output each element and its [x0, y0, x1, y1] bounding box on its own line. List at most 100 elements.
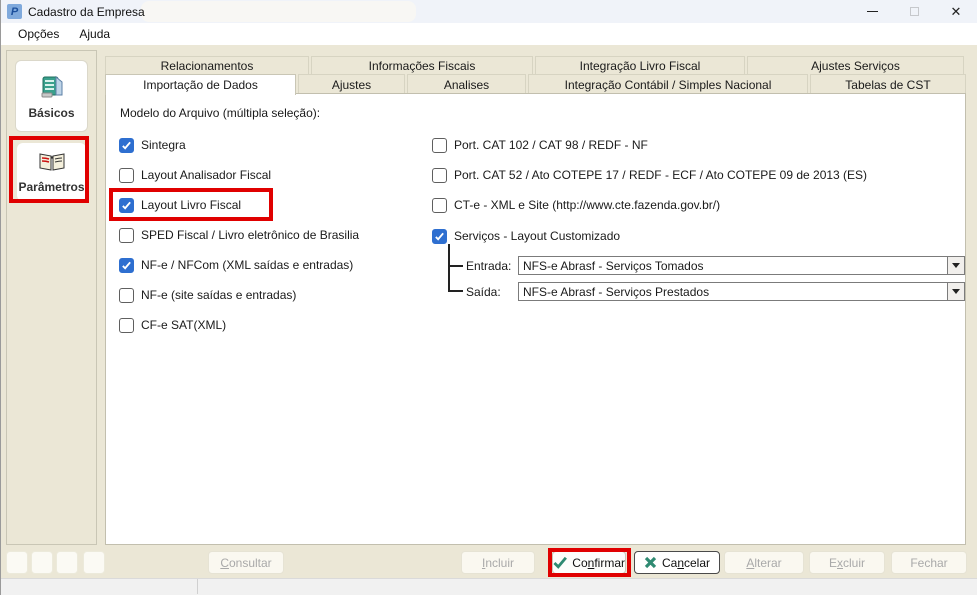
checkbox-row-cfe-sat[interactable]: CF-e SAT(XML)	[119, 317, 226, 333]
checkbox[interactable]	[432, 228, 447, 244]
saida-label: Saída:	[466, 285, 501, 299]
incluir-button[interactable]: Incluir	[461, 551, 535, 574]
checkbox-row-nfe-site[interactable]: NF-e (site saídas e entradas)	[119, 287, 296, 303]
checkbox[interactable]	[119, 317, 134, 333]
checkbox-row-cte-xml[interactable]: CT-e - XML e Site (http://www.cte.fazend…	[432, 197, 720, 213]
tab-integracao-contabil[interactable]: Integração Contábil / Simples Nacional	[528, 74, 808, 94]
entrada-combobox[interactable]: NFS-e Abrasf - Serviços Tomados	[518, 256, 965, 275]
checkbox-label: CF-e SAT(XML)	[141, 318, 227, 332]
checkbox[interactable]	[119, 257, 134, 273]
menu-opcoes[interactable]: Opções	[9, 24, 68, 44]
check-icon	[435, 232, 444, 241]
nav-button-first[interactable]	[6, 551, 28, 574]
close-button[interactable]: ✕	[935, 0, 977, 23]
tree-connector-vertical	[448, 244, 450, 292]
tab-row-upper: Relacionamentos Informações Fiscais Inte…	[105, 56, 964, 74]
nav-button-next[interactable]	[56, 551, 78, 574]
cancelar-button[interactable]: Cancelar	[634, 551, 720, 574]
checkbox-row-nfe-nfcom[interactable]: NF-e / NFCom (XML saídas e entradas)	[119, 257, 353, 273]
entrada-label: Entrada:	[466, 259, 512, 273]
checkbox[interactable]	[432, 137, 447, 153]
consultar-button[interactable]: Consultar	[208, 551, 284, 574]
x-icon	[644, 556, 657, 569]
tree-connector-saida	[448, 290, 463, 292]
alterar-button[interactable]: Alterar	[724, 551, 804, 574]
sidebar-item-label: Parâmetros	[18, 179, 85, 194]
window-controls: ✕	[851, 0, 977, 23]
checkbox-row-layout-livro-fiscal[interactable]: Layout Livro Fiscal	[119, 197, 241, 213]
app-logo-icon: P	[7, 4, 22, 19]
checkbox-row-sintegra[interactable]: Sintegra	[119, 137, 186, 153]
tab-row-lower: Importação de Dados Ajustes Analises Int…	[105, 74, 966, 95]
importacao-de-dados-panel: Modelo do Arquivo (múltipla seleção): Si…	[105, 93, 966, 545]
check-icon	[122, 201, 131, 210]
checkbox[interactable]	[432, 167, 447, 183]
menubar: Opções Ajuda	[1, 23, 977, 45]
nav-button-last[interactable]	[83, 551, 105, 574]
sidebar-item-parametros[interactable]: Parâmetros	[17, 143, 86, 201]
sidebar: Básicos Parâmetros	[6, 50, 97, 545]
statusbar	[1, 578, 977, 595]
checkbox[interactable]	[119, 167, 134, 183]
checkbox-label: CT-e - XML e Site (http://www.cte.fazend…	[454, 198, 721, 212]
sidebar-item-label: Básicos	[28, 105, 75, 120]
entrada-dropdown-button[interactable]	[947, 257, 964, 274]
section-label: Modelo do Arquivo (múltipla seleção):	[120, 106, 321, 120]
checkbox[interactable]	[432, 197, 447, 213]
sidebar-item-basicos[interactable]: Básicos	[15, 60, 88, 132]
minimize-button[interactable]	[851, 0, 893, 23]
card-file-icon	[39, 73, 65, 102]
titlebar-highlight	[141, 1, 416, 22]
checkbox[interactable]	[119, 287, 134, 303]
nav-button-prev[interactable]	[31, 551, 53, 574]
checkbox-row-layout-analisador-fiscal[interactable]: Layout Analisador Fiscal	[119, 167, 271, 183]
check-icon	[122, 141, 131, 150]
saida-combobox[interactable]: NFS-e Abrasf - Serviços Prestados	[518, 282, 965, 301]
saida-dropdown-button[interactable]	[947, 283, 964, 300]
menu-ajuda[interactable]: Ajuda	[70, 24, 119, 44]
checkbox-row-port-cat-52[interactable]: Port. CAT 52 / Ato COTEPE 17 / REDF - EC…	[432, 167, 867, 183]
window-title: Cadastro da Empresa	[28, 4, 145, 19]
checkbox-label: NF-e / NFCom (XML saídas e entradas)	[141, 258, 354, 272]
maximize-button[interactable]	[893, 0, 935, 23]
checkbox-label: Sintegra	[141, 138, 186, 152]
statusbar-divider	[197, 579, 198, 594]
checkbox-label: SPED Fiscal / Livro eletrônico de Brasil…	[141, 228, 360, 242]
checkbox-label: NF-e (site saídas e entradas)	[141, 288, 297, 302]
tab-informacoes-fiscais[interactable]: Informações Fiscais	[311, 56, 533, 74]
checkbox-row-sped-fiscal[interactable]: SPED Fiscal / Livro eletrônico de Brasil…	[119, 227, 359, 243]
check-icon	[553, 556, 567, 569]
chevron-down-icon	[952, 289, 960, 294]
excluir-button[interactable]: Excluir	[809, 551, 885, 574]
entrada-value: NFS-e Abrasf - Serviços Tomados	[523, 259, 704, 273]
tab-ajustes-servicos[interactable]: Ajustes Serviços	[747, 56, 964, 74]
tab-analises[interactable]: Analises	[407, 74, 526, 94]
open-book-icon	[38, 151, 66, 176]
saida-value: NFS-e Abrasf - Serviços Prestados	[523, 285, 710, 299]
cadastro-da-empresa-window: P Cadastro da Empresa ✕ Opções Ajuda Bás…	[0, 0, 977, 595]
checkbox-label: Port. CAT 102 / CAT 98 / REDF - NF	[454, 138, 648, 152]
tab-integracao-livro-fiscal[interactable]: Integração Livro Fiscal	[535, 56, 745, 74]
checkbox-label: Layout Livro Fiscal	[141, 198, 242, 212]
confirmar-button[interactable]: Confirmar	[552, 551, 626, 574]
tab-relacionamentos[interactable]: Relacionamentos	[105, 56, 309, 74]
chevron-down-icon	[952, 263, 960, 268]
checkbox-row-servicos-layout-customizado[interactable]: Serviços - Layout Customizado	[432, 228, 620, 244]
titlebar: P Cadastro da Empresa ✕	[1, 0, 977, 23]
checkbox-label: Port. CAT 52 / Ato COTEPE 17 / REDF - EC…	[454, 168, 868, 182]
maximize-icon	[909, 7, 919, 16]
checkbox-row-port-cat-102[interactable]: Port. CAT 102 / CAT 98 / REDF - NF	[432, 137, 648, 153]
checkbox[interactable]	[119, 137, 134, 153]
checkbox[interactable]	[119, 197, 134, 213]
tab-importacao-de-dados[interactable]: Importação de Dados	[105, 74, 296, 95]
checkbox-label: Layout Analisador Fiscal	[141, 168, 272, 182]
checkbox-label: Serviços - Layout Customizado	[454, 229, 621, 243]
checkbox[interactable]	[119, 227, 134, 243]
check-icon	[122, 261, 131, 270]
tab-ajustes[interactable]: Ajustes	[298, 74, 405, 94]
close-icon: ✕	[950, 4, 962, 19]
minimize-icon	[866, 11, 878, 12]
tree-connector-entrada	[448, 265, 463, 267]
tab-tabelas-de-cst[interactable]: Tabelas de CST	[810, 74, 966, 94]
fechar-button[interactable]: Fechar	[891, 551, 967, 574]
